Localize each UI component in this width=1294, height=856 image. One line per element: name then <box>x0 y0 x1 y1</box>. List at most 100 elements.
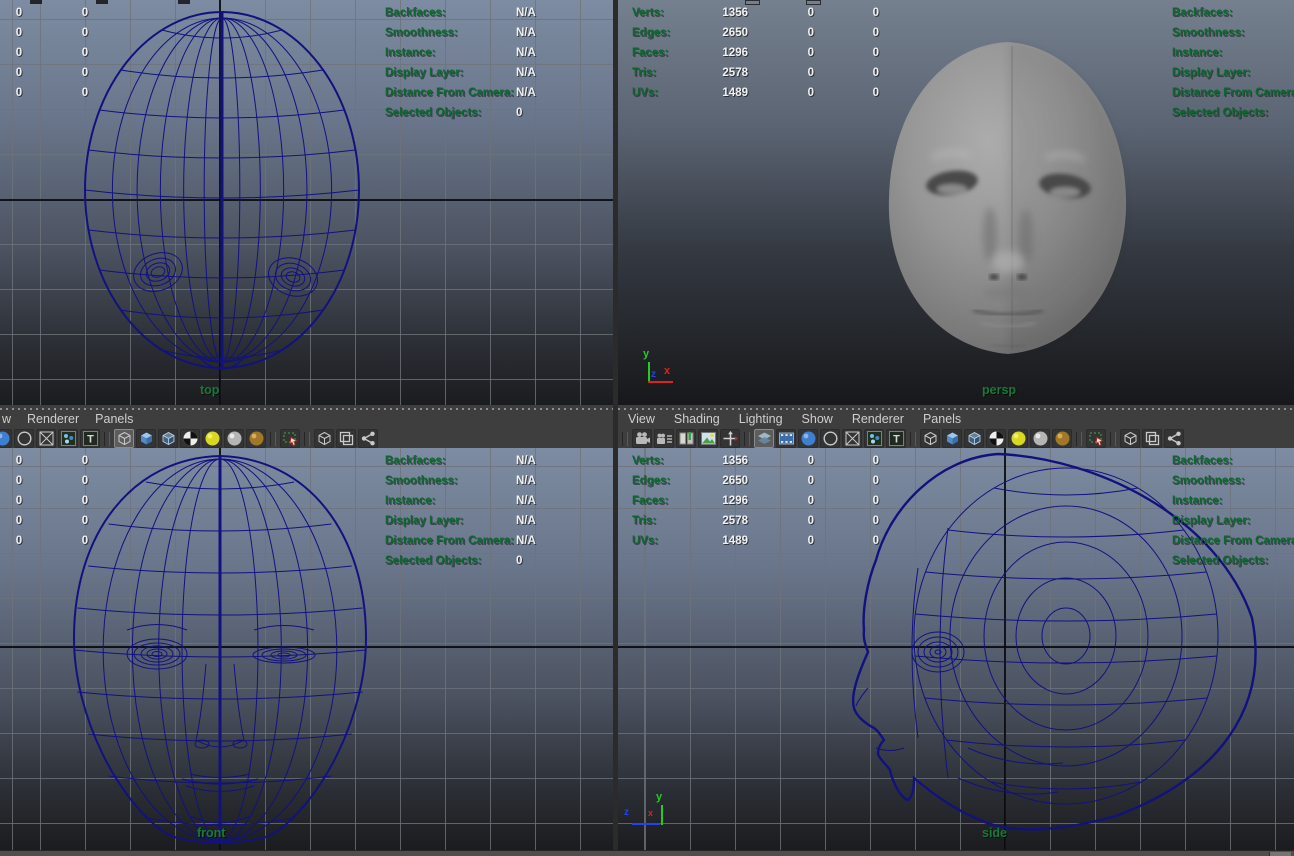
menu-item[interactable]: View <box>628 411 655 427</box>
sphere-gray-icon[interactable] <box>1030 429 1050 448</box>
squares-icon[interactable] <box>336 429 356 448</box>
edge-artifact <box>806 0 821 5</box>
hud-zero: 0 <box>841 471 879 491</box>
sphere-blue-icon[interactable] <box>798 429 818 448</box>
hud-value: N/A <box>516 451 536 471</box>
hud-label: Display Layer: <box>1172 63 1294 83</box>
viewport-top[interactable]: 00000 00000 Backfaces:Smoothness:Instanc… <box>0 0 613 405</box>
cube-wire-icon[interactable] <box>314 429 334 448</box>
hud-value: 1356 <box>676 451 748 471</box>
object-details-labels: Backfaces:Smoothness:Instance:Display La… <box>1172 451 1294 571</box>
box-t-icon[interactable]: T <box>886 429 906 448</box>
viewport-front[interactable]: 00000 00000 Backfaces:Smoothness:Instanc… <box>0 448 613 850</box>
sphere-blue-icon[interactable] <box>0 429 12 448</box>
menu-item[interactable]: Panels <box>923 411 961 427</box>
menu-item[interactable]: Renderer <box>27 411 79 427</box>
hud-value: N/A <box>516 23 536 43</box>
viewport-label-persp: persp <box>982 383 1016 397</box>
toolbar-separator <box>1076 432 1082 446</box>
hud-value: N/A <box>516 63 536 83</box>
book-icon[interactable] <box>676 429 696 448</box>
circle-icon[interactable] <box>14 429 34 448</box>
hud-label: Selected Objects: <box>1172 551 1294 571</box>
share-icon[interactable] <box>1164 429 1184 448</box>
hud-zero: 0 <box>76 3 94 23</box>
hud-zero: 0 <box>76 531 94 551</box>
hud-label: Backfaces: <box>1172 3 1294 23</box>
menu-item[interactable]: Renderer <box>852 411 904 427</box>
hud-zero: 0 <box>841 531 879 551</box>
camera-icon[interactable] <box>632 429 652 448</box>
box-x-icon[interactable] <box>36 429 56 448</box>
axis-gizmo-side: y z x <box>624 794 672 836</box>
move-icon[interactable] <box>720 429 740 448</box>
menu-item[interactable]: w <box>2 411 11 427</box>
layers-icon[interactable] <box>754 429 774 448</box>
sphere-gray-icon[interactable] <box>224 429 244 448</box>
sphere-yellow-icon[interactable] <box>202 429 222 448</box>
toolbar-separator <box>622 432 628 446</box>
hud-zero: 0 <box>776 471 814 491</box>
box-x-icon[interactable] <box>842 429 862 448</box>
hud-label: Verts: <box>632 451 670 471</box>
marquee-icon[interactable] <box>1086 429 1106 448</box>
sphere-gold-icon[interactable] <box>246 429 266 448</box>
cube-glass-icon[interactable] <box>158 429 178 448</box>
menu-item[interactable]: Lighting <box>739 411 783 427</box>
hud-label: Display Layer: <box>385 63 514 83</box>
polycount-values: 13562650129625781489 <box>676 451 748 551</box>
cube-glass-icon[interactable] <box>964 429 984 448</box>
viewport-side[interactable]: Verts:Edges:Faces:Tris:UVs: 135626501296… <box>618 448 1294 850</box>
hud-zero: 0 <box>76 43 94 63</box>
sphere-yellow-icon[interactable] <box>1008 429 1028 448</box>
menu-item[interactable]: Show <box>802 411 833 427</box>
sphere-checker-icon[interactable] <box>180 429 200 448</box>
sphere-checker-icon[interactable] <box>986 429 1006 448</box>
menu-item[interactable]: Shading <box>674 411 720 427</box>
maya-window: 00000 00000 Backfaces:Smoothness:Instanc… <box>0 0 1294 856</box>
share-icon[interactable] <box>358 429 378 448</box>
marquee-icon[interactable] <box>280 429 300 448</box>
panel-toolbar-strip: w Renderer Panels T View Shading Lighting Sho… <box>0 405 1294 448</box>
cube-blue-icon[interactable] <box>136 429 156 448</box>
scrollbar-corner[interactable] <box>1269 852 1291 856</box>
menu-item[interactable]: Panels <box>95 411 133 427</box>
hud-zero: 0 <box>776 63 814 83</box>
cube-wire-icon[interactable] <box>920 429 940 448</box>
svg-text:T: T <box>87 434 94 446</box>
hud-label: UVs: <box>632 83 670 103</box>
hud-zero: 0 <box>776 3 814 23</box>
object-details-labels: Backfaces:Smoothness:Instance:Display La… <box>385 451 514 571</box>
polycount-zero-column: 00000 <box>76 3 94 103</box>
viewport-divider[interactable] <box>613 0 618 850</box>
hud-value: 0 <box>516 103 536 123</box>
hud-zero: 0 <box>841 451 879 471</box>
camera-list-icon[interactable] <box>654 429 674 448</box>
film-icon[interactable] <box>776 429 796 448</box>
hud-zero: 0 <box>76 491 94 511</box>
viewport-label-front: front <box>197 826 225 840</box>
sphere-gold-icon[interactable] <box>1052 429 1072 448</box>
viewport-persp[interactable]: Verts:Edges:Faces:Tris:UVs: 135626501296… <box>618 0 1294 405</box>
polycount-labels: Verts:Edges:Faces:Tris:UVs: <box>632 451 670 551</box>
axis-y-line <box>661 805 663 825</box>
panelbar-right: View Shading Lighting Show Renderer Panels T <box>618 405 1294 448</box>
cube-wire-icon[interactable] <box>114 429 134 448</box>
squares-icon[interactable] <box>1142 429 1162 448</box>
box-dots-icon[interactable] <box>864 429 884 448</box>
hud-value: N/A <box>516 471 536 491</box>
cube-wire-icon[interactable] <box>1120 429 1140 448</box>
box-t-icon[interactable]: T <box>80 429 100 448</box>
image-icon[interactable] <box>698 429 718 448</box>
hud-zero: 0 <box>76 23 94 43</box>
box-dots-icon[interactable] <box>58 429 78 448</box>
polycount-values: 13562650129625781489 <box>676 3 748 103</box>
hud-zero: 0 <box>776 531 814 551</box>
hud-label: Tris: <box>632 63 670 83</box>
circle-icon[interactable] <box>820 429 840 448</box>
cube-blue-icon[interactable] <box>942 429 962 448</box>
axis-z-line <box>632 823 660 825</box>
edge-artifact <box>745 0 760 5</box>
hud-label: Instance: <box>1172 491 1294 511</box>
hud-value: 2650 <box>676 471 748 491</box>
